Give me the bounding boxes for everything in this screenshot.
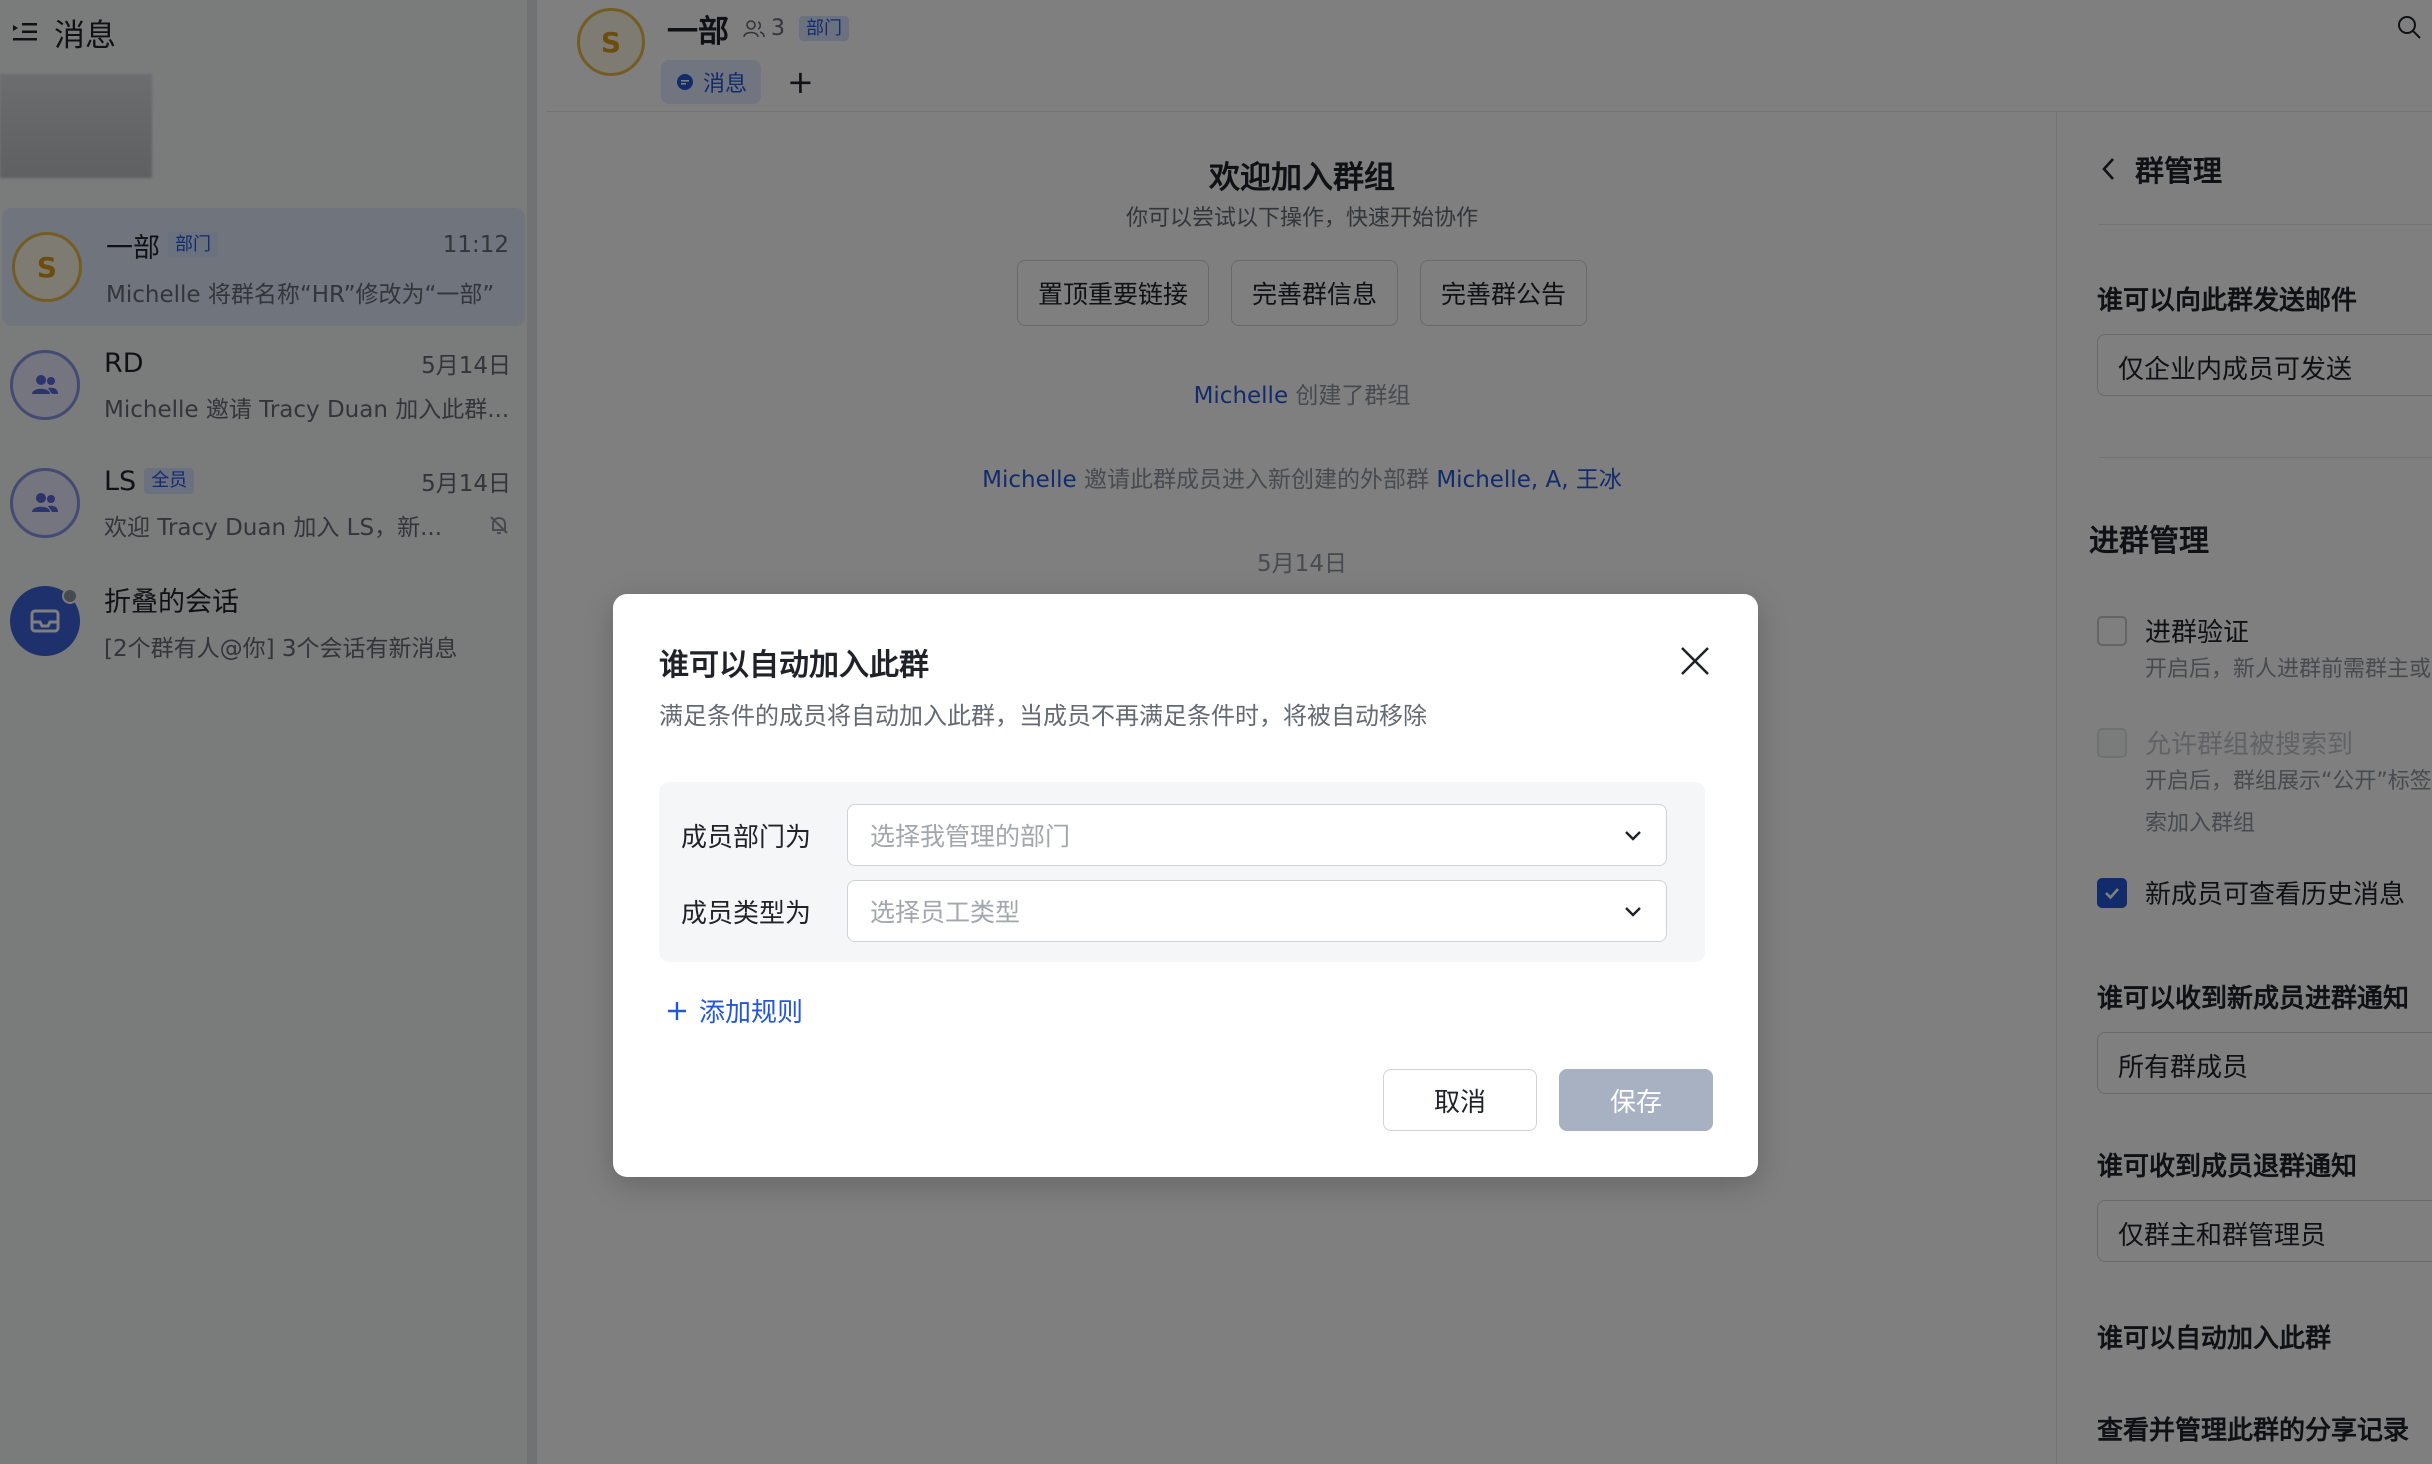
rule-employee-type: 成员类型为 选择员工类型 [681, 880, 1667, 942]
cancel-button[interactable]: 取消 [1383, 1069, 1537, 1131]
select-placeholder: 选择我管理的部门 [870, 822, 1071, 851]
select-placeholder: 选择员工类型 [870, 898, 1021, 927]
rule-department: 成员部门为 选择我管理的部门 [681, 804, 1667, 866]
chevron-down-icon [1625, 831, 1641, 841]
rule-label: 成员部门为 [681, 822, 812, 853]
chevron-down-icon [1625, 907, 1641, 917]
plus-icon [668, 1001, 686, 1020]
rules-container: 成员部门为 选择我管理的部门 成员类型为 选择员工类型 [659, 782, 1705, 962]
save-button[interactable]: 保存 [1559, 1069, 1713, 1131]
auto-join-modal: 谁可以自动加入此群 满足条件的成员将自动加入此群，当成员不再满足条件时，将被自动… [613, 594, 1758, 1177]
modal-description: 满足条件的成员将自动加入此群，当成员不再满足条件时，将被自动移除 [659, 702, 1427, 730]
add-rule-button[interactable]: 添加规则 [665, 992, 803, 1029]
rule-label: 成员类型为 [681, 898, 812, 929]
department-select[interactable]: 选择我管理的部门 [847, 804, 1667, 866]
modal-title: 谁可以自动加入此群 [659, 648, 929, 683]
close-icon[interactable] [1678, 644, 1712, 678]
employee-type-select[interactable]: 选择员工类型 [847, 880, 1667, 942]
